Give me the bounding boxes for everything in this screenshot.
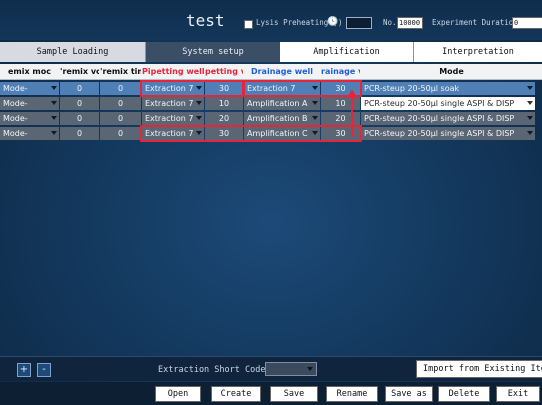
rename-button[interactable]: Rename [326,386,378,402]
col-premix-time: 'remix tim [100,67,141,76]
lysis-preheating-label: Lysis Preheating ( [256,18,338,27]
bottom-toolbar: + - Extraction Short Code: Import from E… [0,356,542,381]
delete-button[interactable]: Delete [438,386,490,402]
app-window: test Lysis Preheating ( 🕓 ) No. 10000 Ex… [0,0,542,405]
extraction-short-code-label: Extraction Short Code: [158,365,271,375]
grid-header: emix moc 'remix vc 'remix tim Pipetting … [0,64,542,80]
cell-pipetting-volume[interactable]: 20 [205,112,243,125]
tab-bar: Sample Loading System setup Amplificatio… [0,42,542,62]
annotation-arrow-up-icon [347,89,357,98]
add-row-button[interactable]: + [17,363,31,377]
chevron-down-icon [51,86,57,90]
cell-premix-time[interactable]: 0 [100,82,141,95]
number-input[interactable]: 10000 [397,17,423,29]
chevron-down-icon [51,116,57,120]
col-premix-mode: emix moc [7,67,52,76]
chevron-down-icon [312,101,318,105]
table-row[interactable]: Mode- 0 0 Extraction 7 20 Amplification … [0,111,542,126]
col-drainage-volume: rainage v [321,67,360,76]
col-premix-volume: 'remix vc [60,67,99,76]
cell-premix-time[interactable]: 0 [100,97,141,110]
clock-icon: 🕓 [327,17,339,27]
action-bar: Open Create Save Rename Save as Delete E… [0,382,542,405]
col-pipetting-well: Pipetting well [142,67,204,76]
cell-mode[interactable]: PCR-steup 20-50μl soak [361,82,535,95]
cell-pipetting-well[interactable]: Extraction 7 [142,97,204,110]
number-label: No. [383,18,397,27]
chevron-down-icon [527,86,533,90]
annotation-arrow-line [351,97,353,137]
cell-premix-volume[interactable]: 0 [60,97,99,110]
chevron-down-icon [312,116,318,120]
title-bar: test Lysis Preheating ( 🕓 ) No. 10000 Ex… [0,0,542,40]
col-mode: Mode [439,67,464,76]
cell-premix-mode[interactable]: Mode- [0,82,59,95]
experiment-duration-label: Experiment Duration [432,18,518,27]
tab-sample-loading[interactable]: Sample Loading [0,42,146,62]
exit-button[interactable]: Exit [496,386,540,402]
highlight-pipetting-row1 [140,80,245,97]
chevron-down-icon [196,116,202,120]
open-button[interactable]: Open [155,386,201,402]
cell-drainage-well[interactable]: Amplification B [244,112,320,125]
lysis-preheating-input[interactable] [346,17,372,29]
import-existing-item-button[interactable]: Import from Existing Item [416,360,542,378]
chevron-down-icon [307,367,313,371]
experiment-duration-input[interactable]: 0 [512,17,542,29]
lysis-preheating-checkbox[interactable] [244,20,253,29]
cell-drainage-well[interactable]: Amplification A [244,97,320,110]
extraction-short-code-select[interactable] [265,362,317,376]
tab-system-setup[interactable]: System setup [146,42,280,62]
chevron-down-icon [527,131,533,135]
cell-mode[interactable]: PCR-steup 20-50μl single ASPI & DISP [361,112,535,125]
cell-premix-time[interactable]: 0 [100,127,141,140]
tab-amplification[interactable]: Amplification [280,42,414,62]
highlight-drainage-row1 [242,80,362,97]
cell-mode[interactable]: PCR-steup 20-50μl single ASPI & DISP [361,127,535,140]
cell-premix-volume[interactable]: 0 [60,112,99,125]
chevron-down-icon [51,131,57,135]
chevron-down-icon [196,101,202,105]
save-as-button[interactable]: Save as [385,386,433,402]
cell-premix-mode[interactable]: Mode- [0,112,59,125]
cell-premix-mode[interactable]: Mode- [0,97,59,110]
cell-premix-time[interactable]: 0 [100,112,141,125]
highlight-row4 [140,125,362,142]
chevron-down-icon [527,116,533,120]
cell-drainage-volume[interactable]: 20 [321,112,360,125]
cell-premix-volume[interactable]: 0 [60,127,99,140]
chevron-down-icon [527,101,533,105]
col-drainage-well: Drainage well [250,67,314,76]
tab-interpretation[interactable]: Interpretation [414,42,542,62]
cell-mode[interactable]: PCR-steup 20-50μl single ASPI & DISP [361,97,535,110]
app-title: test [186,11,225,30]
remove-row-button[interactable]: - [37,363,51,377]
cell-premix-mode[interactable]: Mode- [0,127,59,140]
lysis-close-paren: ) [338,18,343,27]
cell-pipetting-well[interactable]: Extraction 7 [142,112,204,125]
chevron-down-icon [51,101,57,105]
save-button[interactable]: Save [270,386,318,402]
cell-pipetting-volume[interactable]: 10 [205,97,243,110]
create-button[interactable]: Create [211,386,261,402]
table-row[interactable]: Mode- 0 0 Extraction 7 10 Amplification … [0,96,542,111]
cell-premix-volume[interactable]: 0 [60,82,99,95]
col-pipetting-volume: petting v [205,67,243,76]
cell-drainage-volume[interactable]: 10 [321,97,360,110]
